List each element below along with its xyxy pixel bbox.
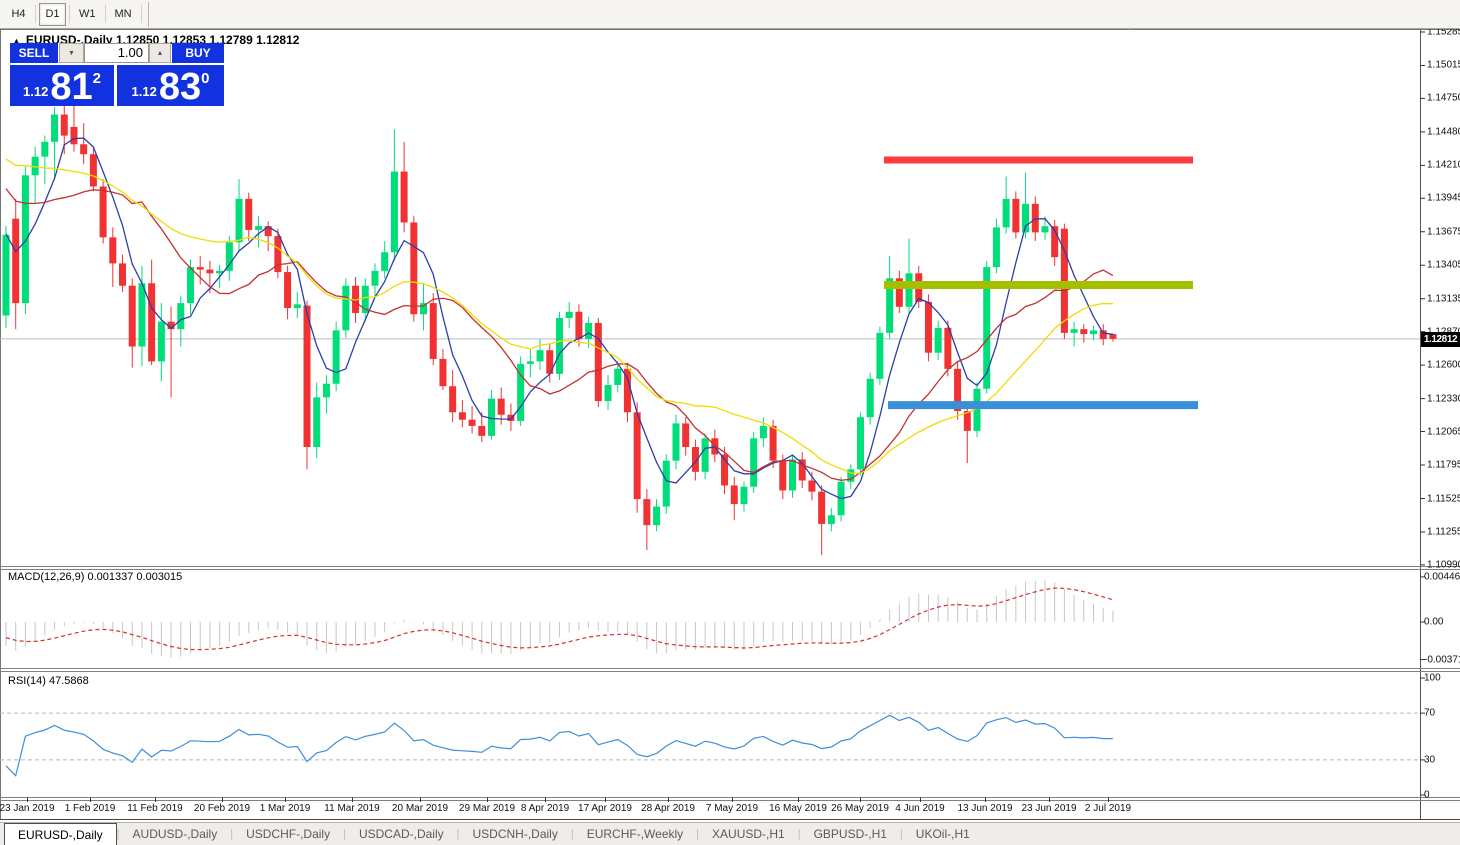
price-axis-label: 1.13405 [1427,260,1460,271]
price-axis-label: 1.14750 [1427,93,1460,104]
price-axis-label: 1.14480 [1427,126,1460,137]
symbol-tab-usdcaddaily[interactable]: USDCAD-,Daily [346,823,457,845]
date-axis-label: 20 Mar 2019 [392,803,448,814]
macd-axis-label: -0.003715 [1424,654,1460,665]
symbol-tab-ukoilh1[interactable]: UKOil-,H1 [903,823,983,845]
symbol-tab-eurusddaily[interactable]: EURUSD-,Daily [4,823,117,845]
volume-input[interactable]: 1.00 [84,43,149,63]
price-axis-label: 1.13945 [1427,193,1460,204]
rsi-axis-label: 70 [1424,708,1435,719]
timeframe-button-h4[interactable]: H4 [5,3,32,26]
date-axis-label: 1 Mar 2019 [260,803,311,814]
timeframe-toolbar: H4 D1 W1 MN [0,0,1460,29]
date-axis-label: 8 Apr 2019 [521,803,569,814]
buy-button[interactable]: BUY [172,43,224,63]
price-axis-label: 1.10990 [1427,559,1460,570]
date-axis-label: 20 Feb 2019 [194,803,250,814]
price-axis-label: 1.13675 [1427,226,1460,237]
date-axis-label: 2 Jul 2019 [1085,803,1131,814]
timeframe-button-mn[interactable]: MN [109,3,138,26]
date-axis-label: 16 May 2019 [769,803,827,814]
price-axis-label: 1.15015 [1427,60,1460,71]
date-axis-label: 28 Apr 2019 [641,803,695,814]
macd-indicator-label: MACD(12,26,9) 0.001337 0.003015 [8,571,182,583]
date-axis-label: 23 Jan 2019 [0,803,55,814]
price-axis-label: 1.12600 [1427,360,1460,371]
date-axis-label: 26 May 2019 [831,803,889,814]
date-axis-label: 23 Jun 2019 [1021,803,1076,814]
toolbar-separator [105,5,106,23]
ask-quote-button[interactable]: 1.12 83 0 [117,65,224,106]
date-axis-label: 4 Jun 2019 [895,803,945,814]
rsi-line [6,715,1113,775]
volume-decrease-button[interactable]: ▼ [59,43,84,63]
bid-big-digits: 81 [50,67,92,107]
toolbar-separator [69,5,70,23]
rsi-indicator-label: RSI(14) 47.5868 [8,675,89,687]
price-axis-label: 1.12065 [1427,426,1460,437]
symbol-tab-audusddaily[interactable]: AUDUSD-,Daily [120,823,231,845]
toolbar-group-separator [148,2,149,27]
price-axis-label: 1.14210 [1427,160,1460,171]
date-axis-label: 11 Feb 2019 [127,803,182,814]
price-axis-label: 1.12330 [1427,393,1460,404]
symbol-tab-bar: EURUSD-,Daily|AUDUSD-,Daily|USDCHF-,Dail… [0,822,1460,845]
current-price-tag: 1.12812 [1421,332,1460,347]
bid-quote-button[interactable]: 1.12 81 2 [10,65,114,106]
symbol-tab-usdchfdaily[interactable]: USDCHF-,Daily [233,823,343,845]
date-axis-label: 13 Jun 2019 [957,803,1012,814]
date-axis-label: 1 Feb 2019 [65,803,116,814]
date-axis-label: 11 Mar 2019 [324,803,379,814]
symbol-tab-usdcnhdaily[interactable]: USDCNH-,Daily [460,823,571,845]
symbol-tab-xauusdh1[interactable]: XAUUSD-,H1 [699,823,798,845]
price-axis-label: 1.11255 [1427,527,1460,538]
volume-increase-button[interactable]: ▲ [149,43,171,63]
bid-prefix: 1.12 [23,84,48,99]
symbol-tab-eurchfweekly[interactable]: EURCHF-,Weekly [574,823,696,845]
price-axis-label: 1.11795 [1427,460,1460,471]
toolbar-separator [141,5,142,23]
date-axis-label: 29 Mar 2019 [459,803,515,814]
rsi-axis-label: 0 [1424,790,1430,801]
ask-prefix: 1.12 [132,84,157,99]
macd-axis-label: 0.00 [1424,617,1443,628]
rsi-axis-label: 30 [1424,754,1435,765]
mt4-window: H4D1W1MN ▲EURUSD-,Daily 1.12850 1.12853 … [0,0,1460,845]
macd-signal-line [6,588,1113,650]
price-axis-label: 1.13135 [1427,293,1460,304]
chart-area[interactable] [0,0,1460,845]
price-axis-label: 1.11525 [1427,493,1460,504]
ask-pip-digit: 0 [201,70,209,87]
date-axis-label: 7 May 2019 [706,803,758,814]
ask-big-digits: 83 [159,67,201,107]
rsi-axis-label: 100 [1424,673,1441,684]
timeframe-button-d1[interactable]: D1 [39,3,66,26]
sell-button[interactable]: SELL [10,43,58,63]
macd-axis-label: 0.004465 [1424,571,1460,582]
bid-pip-digit: 2 [93,70,101,87]
date-axis-label: 17 Apr 2019 [578,803,632,814]
toolbar-separator [35,5,36,23]
symbol-tab-gbpusdh1[interactable]: GBPUSD-,H1 [801,823,900,845]
timeframe-button-w1[interactable]: W1 [73,3,102,26]
